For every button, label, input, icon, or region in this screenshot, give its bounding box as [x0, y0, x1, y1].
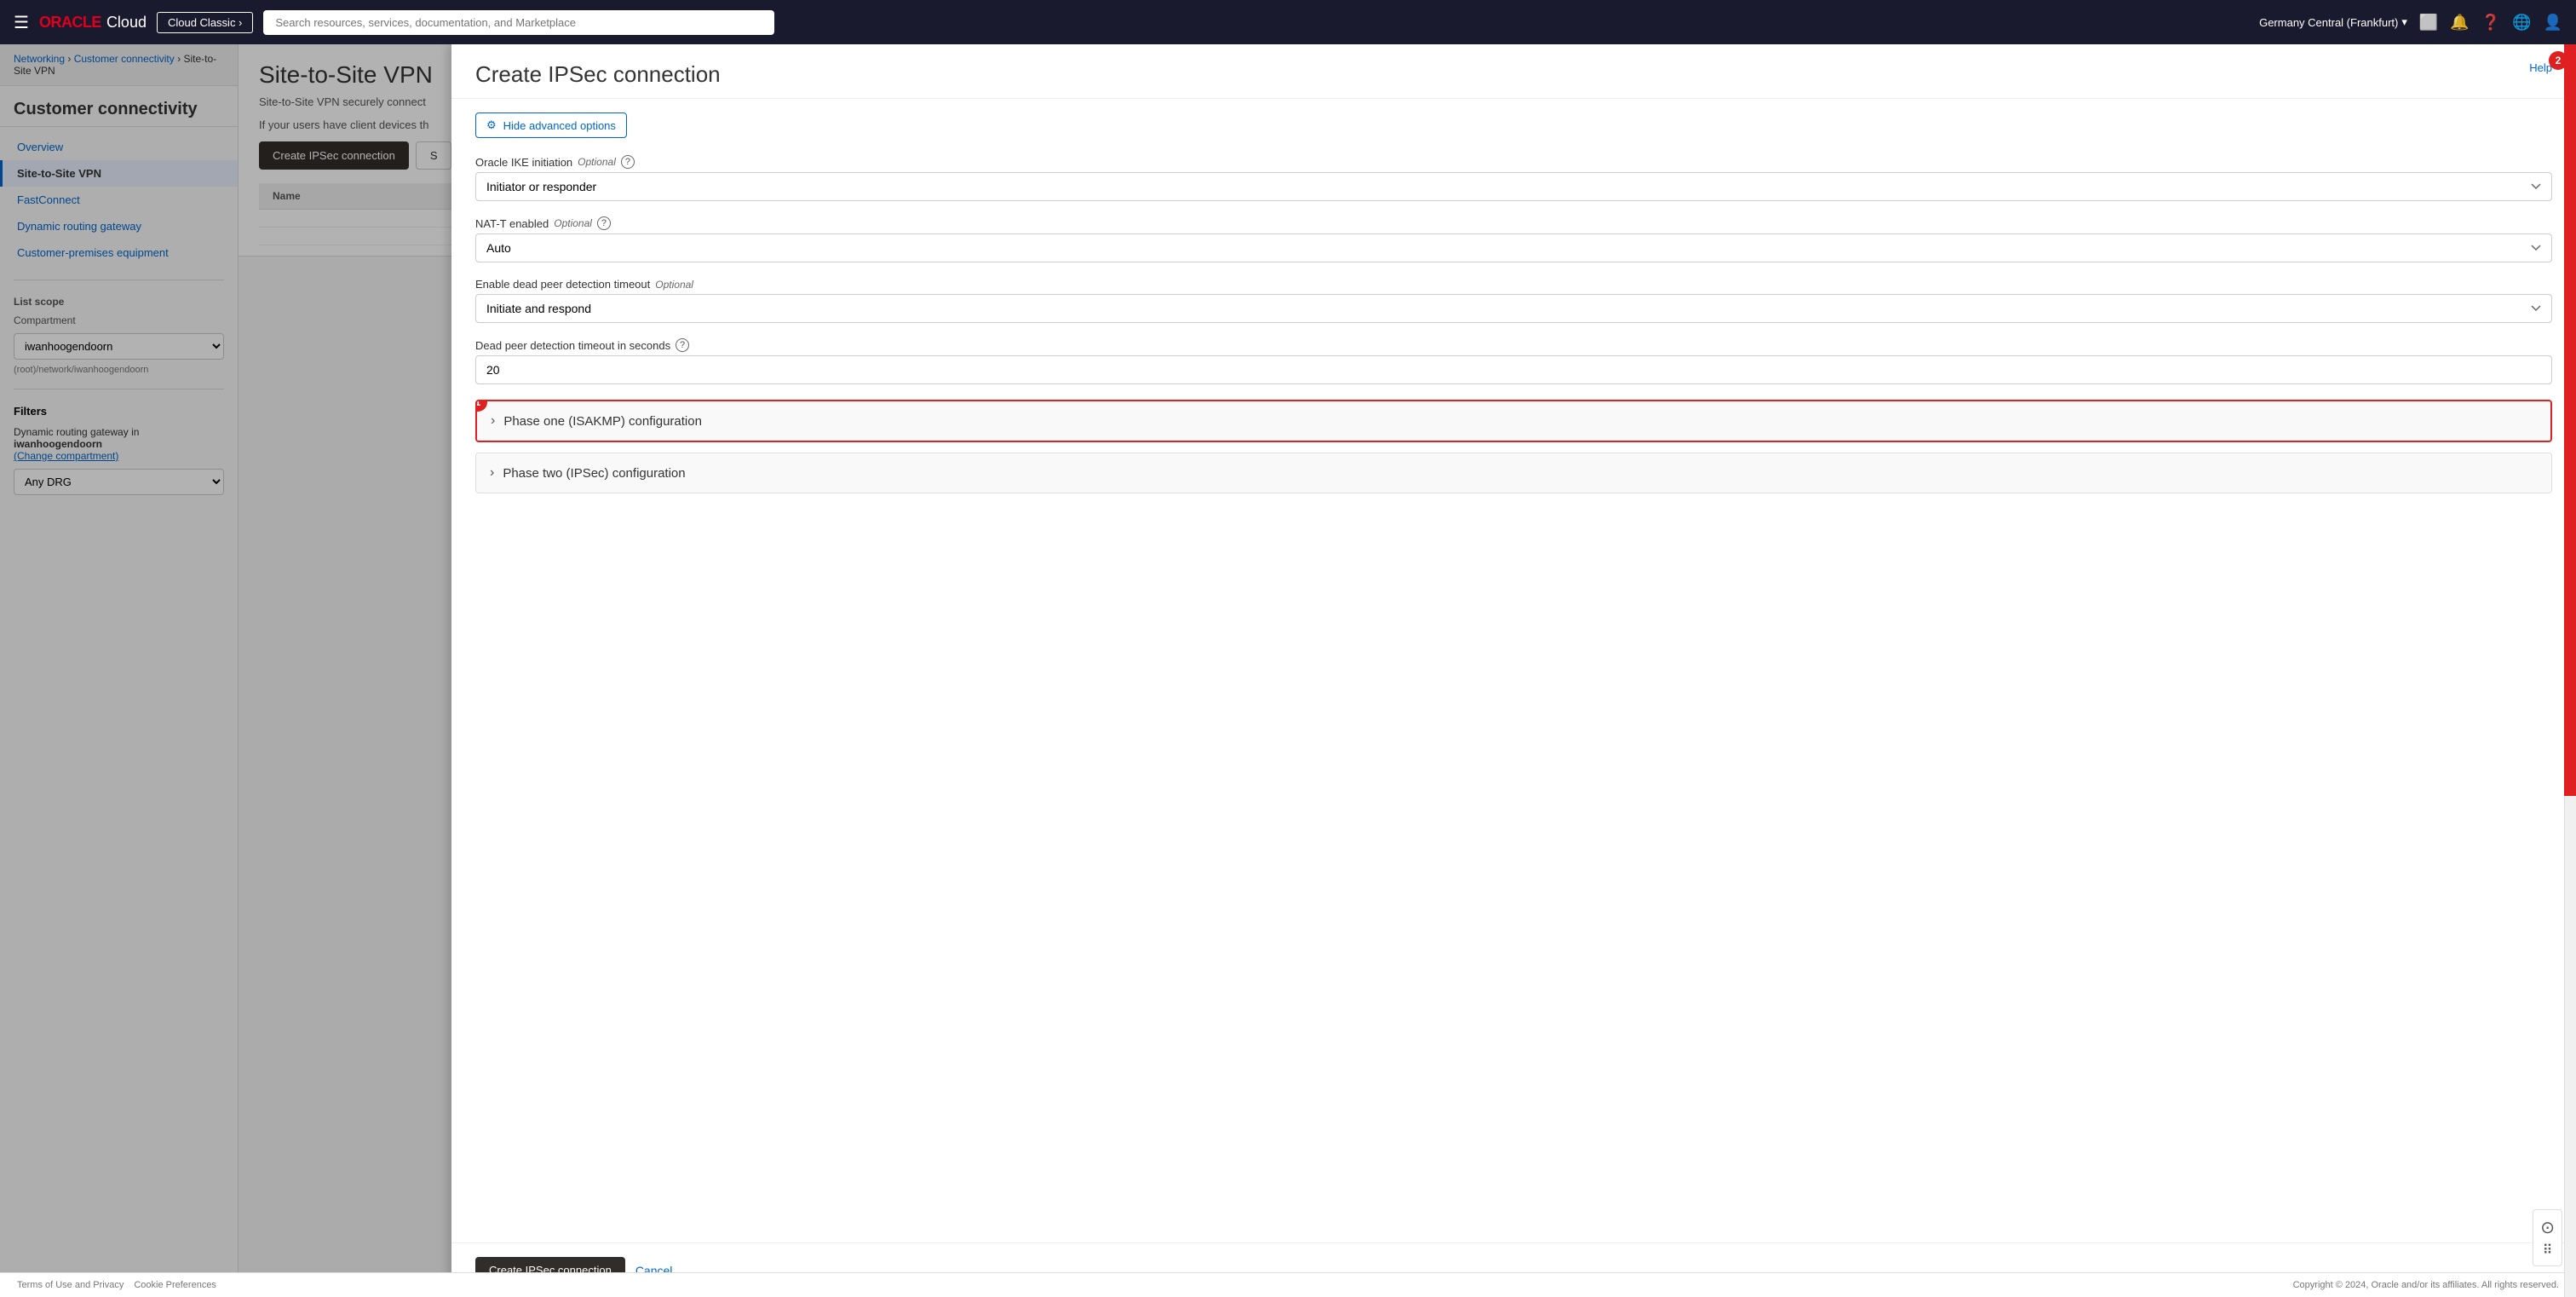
modal-body: ⚙ Hide advanced options Oracle IKE initi… [451, 99, 2576, 1242]
modal-panel: Create IPSec connection Help ⚙ Hide adva… [451, 44, 2576, 1297]
support-widget[interactable]: ⊙ ⠿ [2533, 1209, 2562, 1266]
modal-overlay: Create IPSec connection Help ⚙ Hide adva… [0, 44, 2576, 1297]
scrollbar-thumb [2564, 44, 2576, 796]
region-label: Germany Central (Frankfurt) [2259, 16, 2398, 29]
nat-t-label-text: NAT-T enabled [475, 217, 549, 230]
oracle-ike-help-icon[interactable]: ? [621, 155, 635, 169]
dead-peer-label: Enable dead peer detection timeout Optio… [475, 278, 2552, 291]
phase-two-label: Phase two (IPSec) configuration [503, 466, 685, 481]
phase-one-chevron-icon: › [491, 413, 495, 429]
dead-peer-group: Enable dead peer detection timeout Optio… [475, 278, 2552, 323]
oracle-ike-select[interactable]: Initiator or responder [475, 172, 2552, 201]
copyright-text: Copyright © 2024, Oracle and/or its affi… [2293, 1280, 2559, 1290]
nat-t-select[interactable]: Auto [475, 233, 2552, 262]
region-selector[interactable]: Germany Central (Frankfurt) ▾ [2259, 15, 2407, 29]
chevron-down-icon: ▾ [2401, 15, 2407, 29]
phase-one-label: Phase one (ISAKMP) configuration [503, 414, 702, 429]
hamburger-menu-icon[interactable]: ☰ [14, 12, 29, 33]
page-footer: Terms of Use and Privacy Cookie Preferen… [0, 1272, 2576, 1297]
terms-link[interactable]: Terms of Use and Privacy [17, 1280, 124, 1290]
cookies-link[interactable]: Cookie Preferences [134, 1280, 216, 1290]
lifebuoy-icon: ⊙ [2540, 1217, 2555, 1238]
dead-peer-timeout-label-text: Dead peer detection timeout in seconds [475, 339, 670, 352]
dead-peer-timeout-input[interactable] [475, 355, 2552, 384]
nat-t-optional: Optional [554, 217, 592, 229]
user-avatar[interactable]: 👤 [2544, 14, 2562, 32]
oracle-ike-group: Oracle IKE initiation Optional ? Initiat… [475, 155, 2552, 201]
globe-icon[interactable]: 🌐 [2512, 14, 2531, 32]
scrollbar-indicator[interactable] [2564, 44, 2576, 1297]
phase-two-chevron-icon: › [490, 465, 494, 481]
nat-t-group: NAT-T enabled Optional ? Auto [475, 216, 2552, 262]
phase-two-header[interactable]: › Phase two (IPSec) configuration [476, 453, 2551, 493]
nat-t-help-icon[interactable]: ? [597, 216, 611, 230]
footer-links: Terms of Use and Privacy Cookie Preferen… [17, 1280, 216, 1290]
terminal-icon[interactable]: ⬜ [2419, 14, 2438, 32]
cloud-classic-button[interactable]: Cloud Classic › [157, 12, 253, 33]
dead-peer-label-text: Enable dead peer detection timeout [475, 278, 650, 291]
search-input[interactable] [263, 10, 774, 35]
oracle-ike-label-text: Oracle IKE initiation [475, 156, 572, 169]
dead-peer-select[interactable]: Initiate and respond [475, 294, 2552, 323]
options-icon: ⚙ [486, 118, 497, 132]
oracle-text: ORACLE [39, 14, 101, 32]
oracle-ike-optional: Optional [578, 156, 616, 168]
advanced-options-label: Hide advanced options [503, 119, 616, 132]
dead-peer-timeout-group: Dead peer detection timeout in seconds ? [475, 338, 2552, 384]
top-nav: ☰ ORACLE Cloud Cloud Classic › Germany C… [0, 0, 2576, 44]
nat-t-label: NAT-T enabled Optional ? [475, 216, 2552, 230]
nav-right: Germany Central (Frankfurt) ▾ ⬜ 🔔 ❓ 🌐 👤 [2259, 14, 2562, 32]
help-icon[interactable]: ❓ [2481, 14, 2500, 32]
scrollbar-badge: 2 [2549, 51, 2567, 70]
modal-header: Create IPSec connection Help [451, 44, 2576, 99]
phase-one-section: 1 › Phase one (ISAKMP) configuration [475, 400, 2552, 442]
oracle-logo: ORACLE Cloud [39, 14, 147, 32]
oracle-ike-label: Oracle IKE initiation Optional ? [475, 155, 2552, 169]
phase-two-section: › Phase two (IPSec) configuration [475, 453, 2552, 493]
modal-title: Create IPSec connection [475, 61, 721, 88]
bell-icon[interactable]: 🔔 [2450, 14, 2469, 32]
cloud-text: Cloud [106, 14, 147, 32]
grid-icon: ⠿ [2543, 1242, 2553, 1259]
hide-advanced-options-button[interactable]: ⚙ Hide advanced options [475, 112, 627, 138]
dead-peer-optional: Optional [655, 279, 693, 291]
phase-one-header[interactable]: › Phase one (ISAKMP) configuration [477, 401, 2550, 441]
dead-peer-timeout-help-icon[interactable]: ? [676, 338, 689, 352]
dead-peer-timeout-label: Dead peer detection timeout in seconds ? [475, 338, 2552, 352]
